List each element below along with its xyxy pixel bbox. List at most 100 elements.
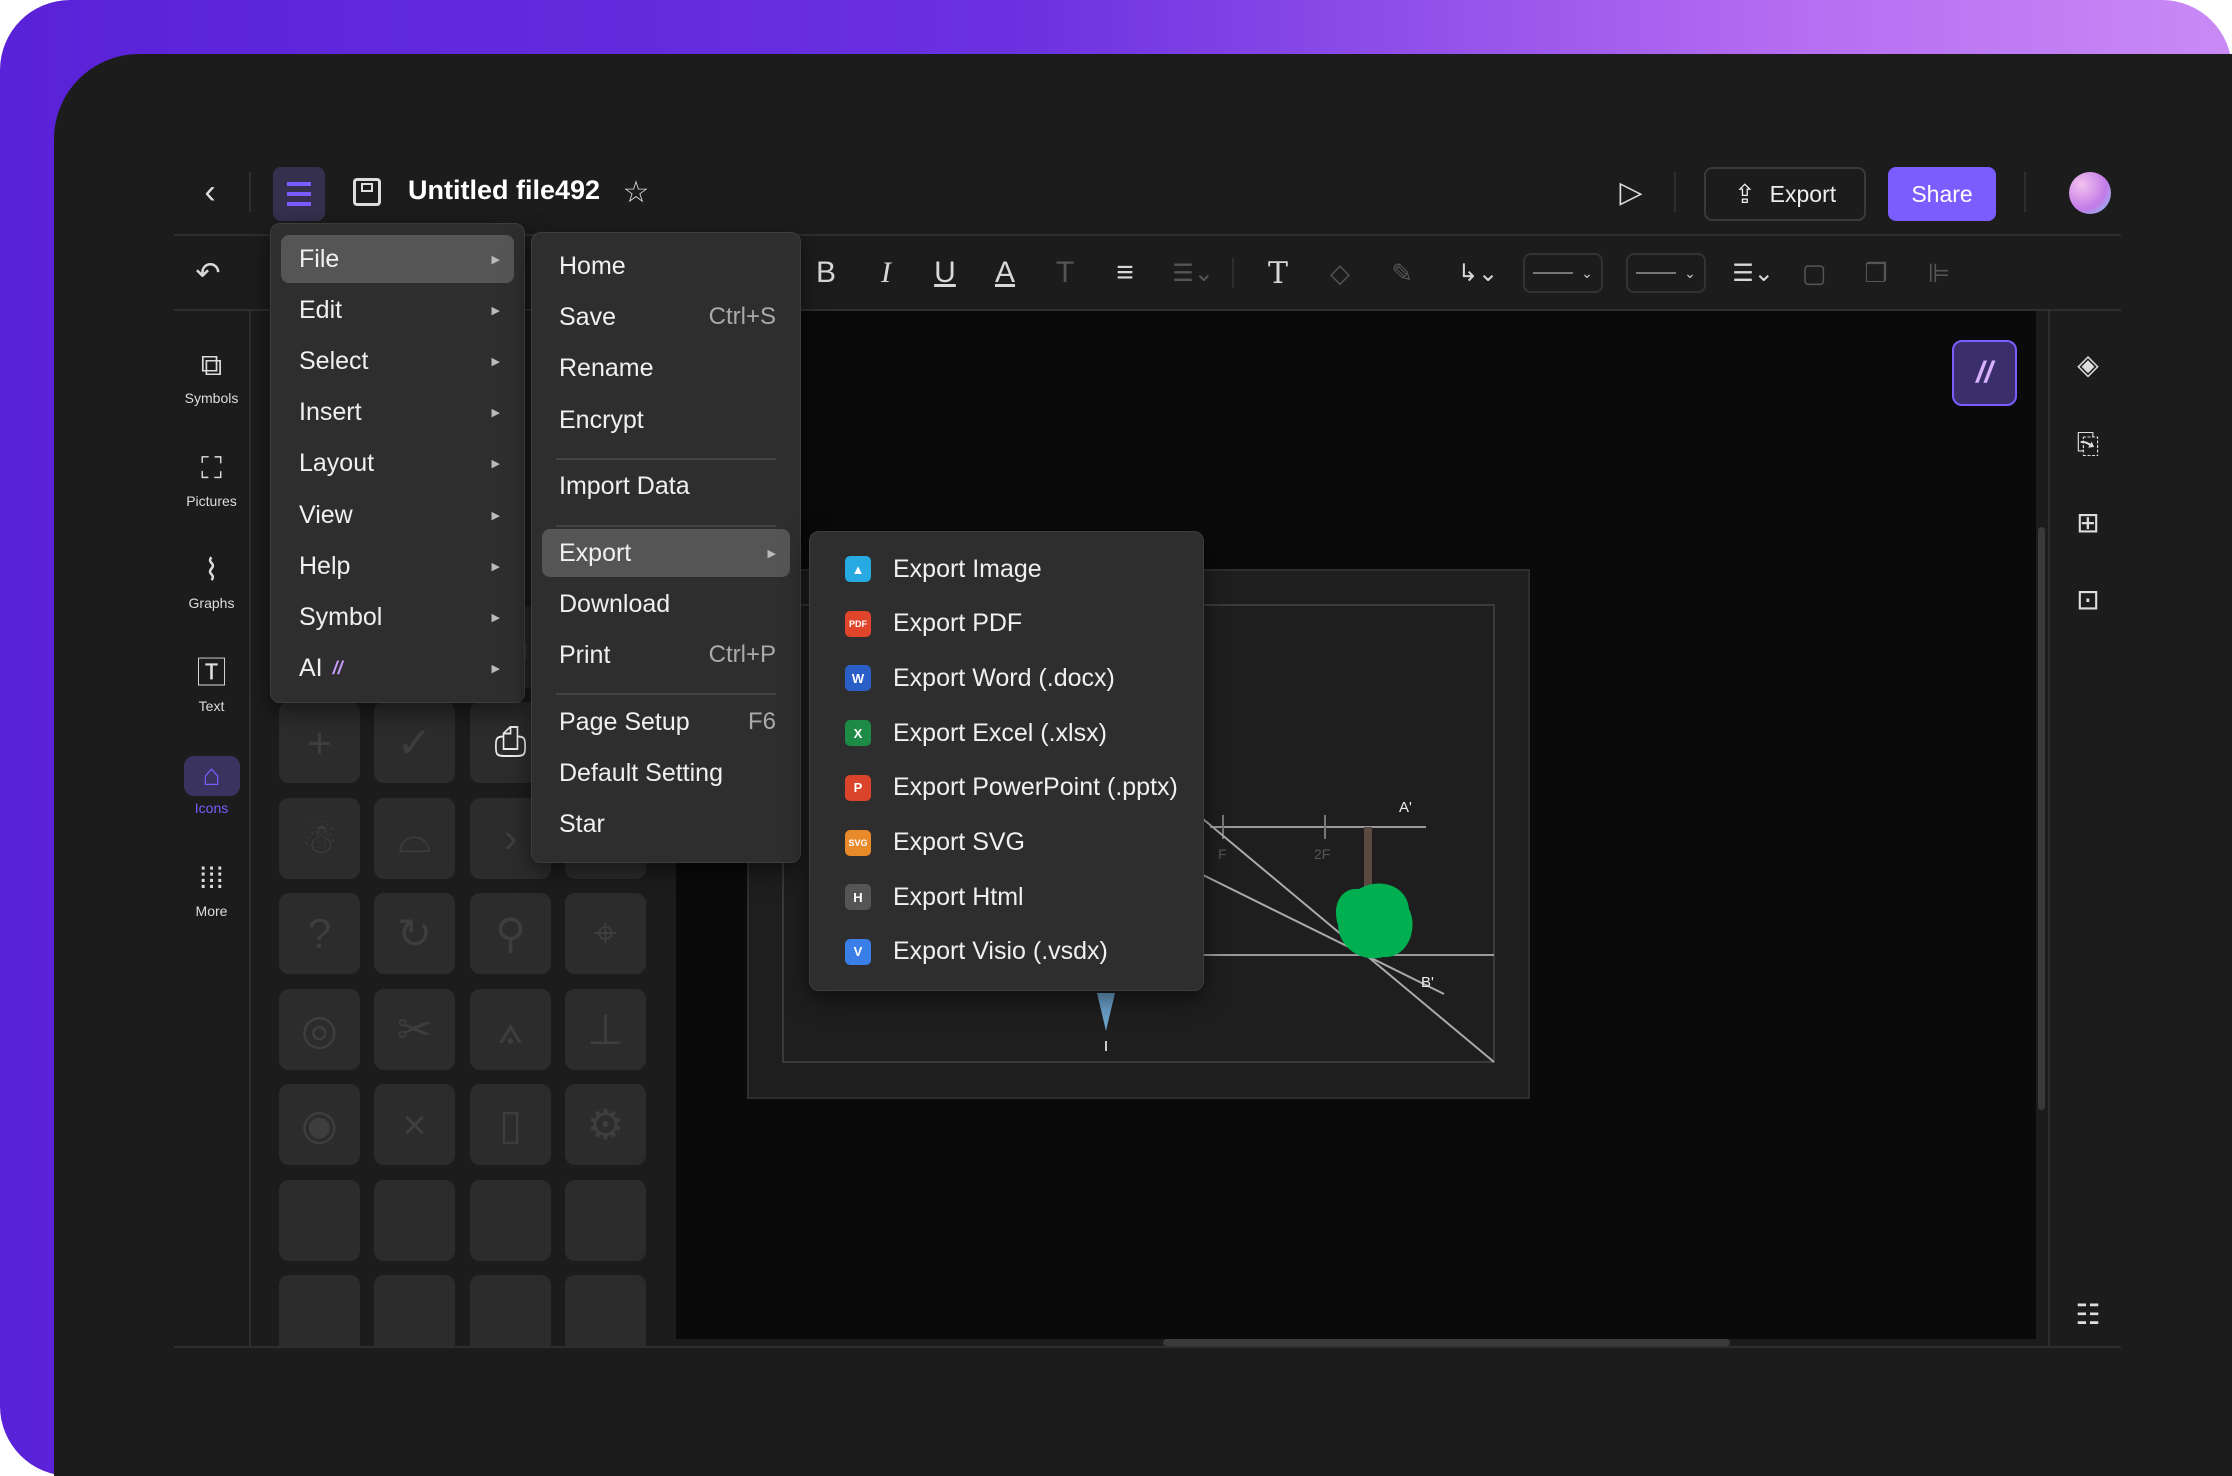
page-settings-icon[interactable]: ⎘ — [2068, 424, 2108, 464]
grid-layout-icon[interactable]: ⊞ — [2068, 502, 2108, 542]
icon-cell[interactable] — [565, 1275, 646, 1346]
icon-cell[interactable]: ? — [279, 893, 360, 974]
line-weight-icon[interactable]: ☰⌄ — [1728, 253, 1778, 293]
icon-cell[interactable] — [565, 1179, 646, 1261]
export-format-icon: SVG — [845, 829, 871, 856]
export-menu-item[interactable]: ▲ Export Image — [820, 545, 1193, 593]
icon-cell[interactable]: + — [279, 702, 360, 783]
sidebar-item-more[interactable]: ⁞⁞⁞ More — [174, 853, 249, 943]
file-menu-download[interactable]: Download — [542, 580, 790, 628]
menu-item-ai[interactable]: AI // ▶ — [281, 645, 514, 693]
sidebar-item-text[interactable]: 🅃 Text — [174, 648, 249, 738]
file-menu-import-data[interactable]: Import Data — [542, 462, 790, 510]
menu-item-insert[interactable]: Insert ▶ — [281, 389, 514, 437]
file-menu-export[interactable]: Export ▶ — [542, 529, 790, 577]
align-left-icon[interactable]: ⊫ — [1922, 253, 1956, 293]
menu-item-file[interactable]: File ▶ — [281, 235, 514, 283]
icon-cell[interactable]: × — [374, 1084, 455, 1165]
graphs-icon: ⌇ — [204, 554, 219, 587]
line-spacing-icon[interactable]: ☰⌄ — [1168, 253, 1218, 293]
file-menu-print[interactable]: Print Ctrl+P — [542, 631, 790, 679]
avatar[interactable] — [2069, 172, 2111, 214]
file-menu-save[interactable]: Save Ctrl+S — [542, 293, 790, 341]
undo-icon[interactable]: ↶ — [188, 253, 228, 293]
icon-cell[interactable]: ⊥ — [565, 988, 646, 1070]
menu-item-edit[interactable]: Edit ▶ — [281, 286, 514, 334]
strikethrough-icon[interactable]: T — [1049, 253, 1081, 293]
back-icon[interactable]: ‹ — [192, 172, 228, 212]
export-button[interactable]: ⇪ Export — [1704, 167, 1866, 221]
icon-cell[interactable]: ⚙ — [565, 1084, 646, 1165]
export-menu-item[interactable]: W Export Word (.docx) — [820, 654, 1193, 702]
location-icon: ⌖ — [593, 909, 618, 956]
icon-cell[interactable] — [279, 1275, 360, 1346]
menu-item-help[interactable]: Help ▶ — [281, 542, 514, 590]
icon-cell[interactable]: ⌓ — [374, 797, 455, 879]
icon-cell[interactable]: ⟑ — [470, 988, 551, 1070]
icon-cell[interactable]: ↻ — [374, 893, 455, 974]
brush-icon[interactable]: ✎ — [1385, 253, 1419, 293]
text-tool-icon[interactable]: T — [1261, 253, 1295, 293]
submenu-arrow-icon: ▶ — [491, 304, 500, 317]
icon-cell[interactable]: ◉ — [279, 1084, 360, 1165]
icon-cell[interactable] — [374, 1275, 455, 1346]
horizontal-scrollbar[interactable] — [1163, 1339, 1730, 1346]
menu-item-layout[interactable]: Layout ▶ — [281, 440, 514, 488]
file-menu-page-setup[interactable]: Page Setup F6 — [542, 698, 790, 746]
share-button[interactable]: Share — [1888, 167, 1996, 221]
arrow-style-select[interactable]: ⌄ — [1626, 253, 1706, 293]
sidebar-item-graphs[interactable]: ⌇ Graphs — [174, 545, 249, 635]
fill-icon[interactable]: ◇ — [1323, 253, 1357, 293]
underline-icon[interactable]: U — [929, 253, 961, 293]
settings-list-icon[interactable]: ☷ — [2068, 1294, 2108, 1334]
star-icon[interactable]: ☆ — [618, 172, 654, 212]
menu-item-label: Encrypt — [559, 405, 644, 434]
export-menu-item[interactable]: H Export Html — [820, 873, 1193, 921]
connector-icon[interactable]: ↳⌄ — [1452, 253, 1504, 293]
bold-icon[interactable]: B — [810, 253, 842, 293]
line-style-select[interactable]: ⌄ — [1523, 253, 1603, 293]
file-menu-default-setting[interactable]: Default Setting — [542, 749, 790, 797]
export-menu-item[interactable]: PDF Export PDF — [820, 600, 1193, 648]
ai-assistant-icon[interactable]: // — [1952, 340, 2017, 406]
icon-cell[interactable]: ✂ — [374, 988, 455, 1070]
b-prime-label: B' — [1421, 974, 1434, 991]
icon-cell[interactable]: ✓ — [374, 702, 455, 783]
play-icon[interactable]: ▷ — [1613, 172, 1649, 212]
file-menu-rename[interactable]: Rename — [542, 344, 790, 392]
bring-front-icon[interactable]: ▢ — [1797, 253, 1831, 293]
save-icon[interactable] — [353, 178, 381, 206]
menu-item-select[interactable]: Select ▶ — [281, 337, 514, 385]
icon-cell[interactable] — [470, 1179, 551, 1261]
menu-button[interactable] — [273, 167, 325, 221]
send-back-icon[interactable]: ❐ — [1859, 253, 1893, 293]
menu-item-label: Export — [559, 538, 632, 567]
export-menu-item[interactable]: P Export PowerPoint (.pptx) — [820, 764, 1193, 812]
file-menu-star[interactable]: Star — [542, 800, 790, 848]
file-menu-home[interactable]: Home — [542, 242, 790, 290]
fill-style-icon[interactable]: ◈ — [2068, 344, 2108, 384]
icon-cell[interactable]: ☃ — [279, 797, 360, 879]
icon-cell[interactable]: ◎ — [279, 988, 360, 1070]
menu-item-view[interactable]: View ▶ — [281, 491, 514, 539]
icon-cell[interactable]: ⚲ — [470, 893, 551, 974]
sidebar-item-pictures[interactable]: ⛶ Pictures — [174, 443, 249, 533]
export-menu-item[interactable]: V Export Visio (.vsdx) — [820, 928, 1193, 976]
align-icon[interactable]: ≡ — [1108, 253, 1142, 293]
icon-cell[interactable]: ▯ — [470, 1084, 551, 1165]
presentation-icon[interactable]: ⊡ — [2068, 579, 2108, 619]
export-menu-item[interactable]: SVG Export SVG — [820, 819, 1193, 867]
sidebar-item-symbols[interactable]: ⧉ Symbols — [174, 340, 249, 430]
italic-icon[interactable]: I — [870, 253, 902, 293]
font-color-icon[interactable]: A — [989, 253, 1021, 293]
export-menu-item[interactable]: X Export Excel (.xlsx) — [820, 709, 1193, 757]
icon-cell[interactable] — [374, 1179, 455, 1261]
icon-cell[interactable] — [279, 1179, 360, 1261]
vertical-scrollbar[interactable] — [2038, 527, 2045, 1110]
document-title[interactable]: Untitled file492 — [408, 175, 600, 206]
sidebar-item-icons[interactable]: ⌂ Icons — [174, 750, 249, 840]
icon-cell[interactable] — [470, 1275, 551, 1346]
file-menu-encrypt[interactable]: Encrypt — [542, 396, 790, 444]
icon-cell[interactable]: ⌖ — [565, 893, 646, 974]
menu-item-symbol[interactable]: Symbol ▶ — [281, 593, 514, 641]
